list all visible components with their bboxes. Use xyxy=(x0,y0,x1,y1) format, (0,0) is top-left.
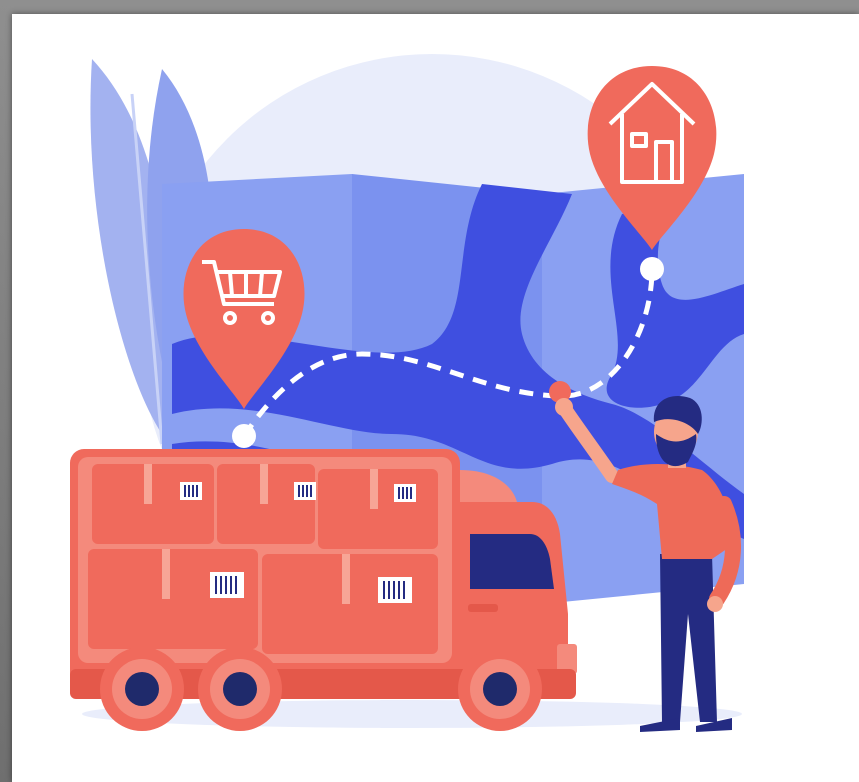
illustration-canvas xyxy=(12,14,859,782)
route-end-dot xyxy=(640,257,664,281)
cargo-boxes xyxy=(88,464,438,654)
route-start-dot xyxy=(232,424,256,448)
image-frame xyxy=(0,0,859,782)
delivery-truck xyxy=(70,449,577,731)
truck-window xyxy=(470,534,554,589)
logistics-illustration xyxy=(70,54,744,732)
